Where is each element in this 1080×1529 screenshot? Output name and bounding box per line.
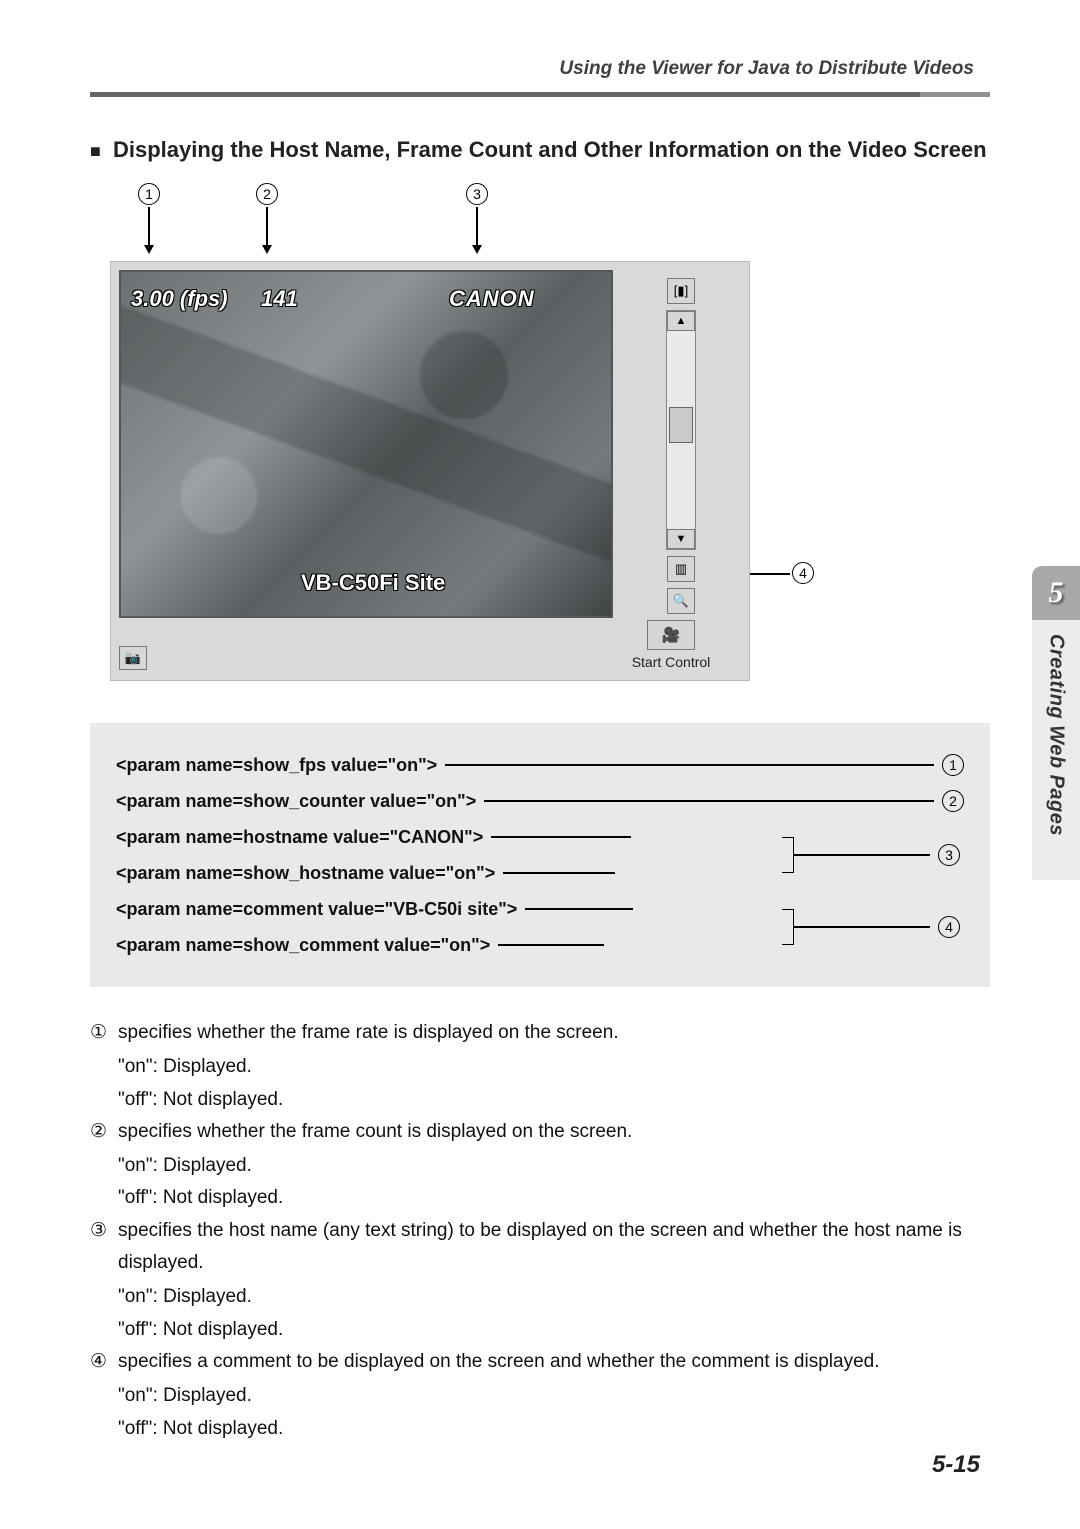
explain-on-2: "on": Displayed. <box>118 1150 990 1182</box>
explain-off-3: "off": Not displayed. <box>118 1314 990 1346</box>
explain-off-1: "off": Not displayed. <box>118 1084 990 1116</box>
explain-on-3: "on": Displayed. <box>118 1281 990 1313</box>
explain-num-4: ④ <box>90 1346 118 1378</box>
explain-on-1: "on": Displayed. <box>118 1051 990 1083</box>
callout-2: 2 <box>256 183 278 254</box>
viewer-right-column: [▮] ▲ ▼ ▥ 🔍 <box>633 272 729 620</box>
explain-on-4: "on": Displayed. <box>118 1380 990 1412</box>
callout-3: 3 <box>466 183 488 254</box>
explanation-list: ① specifies whether the frame rate is di… <box>90 1017 990 1445</box>
explain-text-2: specifies whether the frame count is dis… <box>118 1116 990 1148</box>
bars-icon[interactable]: ▥ <box>667 556 695 582</box>
param-4a: <param name=comment value="VB-C50i site"… <box>116 899 517 920</box>
overlay-comment: VB-C50Fi Site <box>301 570 445 596</box>
slider-up-button[interactable]: ▲ <box>667 311 695 331</box>
circle-number-4: 4 <box>792 562 814 584</box>
chapter-tab: 5 Creating Web Pages <box>1032 566 1080 880</box>
circle-number-3: 3 <box>466 183 488 205</box>
magnifier-icon[interactable]: 🔍 <box>667 588 695 614</box>
chapter-tab-body: Creating Web Pages <box>1032 620 1080 880</box>
explain-text-3: specifies the host name (any text string… <box>118 1215 990 1280</box>
param-2: <param name=show_counter value="on"> <box>116 791 476 812</box>
video-area: 3.00 (fps) 141 CANON VB-C50Fi Site <box>119 270 613 618</box>
square-marker-icon: ■ <box>90 141 101 162</box>
param-1: <param name=show_fps value="on"> <box>116 755 437 776</box>
circle-number-2: 2 <box>256 183 278 205</box>
running-header: Using the Viewer for Java to Distribute … <box>90 58 990 80</box>
explain-num-1: ① <box>90 1017 118 1049</box>
callout-4: 4 <box>792 562 814 584</box>
screenshot-diagram: 1 2 3 4 3.00 (fps) 141 CANON VB-C50Fi Si… <box>90 183 820 683</box>
viewer-window: 3.00 (fps) 141 CANON VB-C50Fi Site [▮] ▲… <box>110 261 750 681</box>
explain-text-4: specifies a comment to be displayed on t… <box>118 1346 990 1378</box>
param-4b: <param name=show_comment value="on"> <box>116 935 490 956</box>
chapter-tab-top: 5 <box>1032 566 1080 620</box>
overlay-fps: 3.00 (fps) <box>131 286 228 312</box>
camera-icon[interactable]: 📷 <box>119 646 147 670</box>
circle-number-1: 1 <box>138 183 160 205</box>
chapter-number: 5 <box>1049 576 1064 610</box>
explain-off-2: "off": Not displayed. <box>118 1182 990 1214</box>
explain-num-3: ③ <box>90 1215 118 1280</box>
zoom-slider[interactable]: ▲ ▼ <box>666 310 696 550</box>
explain-num-2: ② <box>90 1116 118 1148</box>
callout-1: 1 <box>138 183 160 254</box>
param-3b: <param name=show_hostname value="on"> <box>116 863 495 884</box>
param-code-box: <param name=show_fps value="on"> 1 <para… <box>90 723 990 987</box>
param-circle-2: 2 <box>942 790 964 812</box>
chapter-title: Creating Web Pages <box>1045 634 1068 836</box>
brackets-icon[interactable]: [▮] <box>667 278 695 304</box>
page-number: 5-15 <box>932 1451 980 1479</box>
heading-text: Displaying the Host Name, Frame Count an… <box>113 137 987 162</box>
overlay-counter: 141 <box>261 286 298 312</box>
explain-text-1: specifies whether the frame rate is disp… <box>118 1017 990 1049</box>
start-control-icon: 🎥 <box>647 620 695 650</box>
overlay-hostname: CANON <box>449 286 535 312</box>
header-rule <box>90 92 990 97</box>
section-heading: ■ Displaying the Host Name, Frame Count … <box>90 137 990 163</box>
start-control-label: Start Control <box>613 654 729 670</box>
slider-thumb[interactable] <box>669 407 693 443</box>
param-circle-1: 1 <box>942 754 964 776</box>
start-control[interactable]: 🎥 Start Control <box>613 620 729 670</box>
explain-off-4: "off": Not displayed. <box>118 1413 990 1445</box>
slider-down-button[interactable]: ▼ <box>667 529 695 549</box>
param-3a: <param name=hostname value="CANON"> <box>116 827 483 848</box>
